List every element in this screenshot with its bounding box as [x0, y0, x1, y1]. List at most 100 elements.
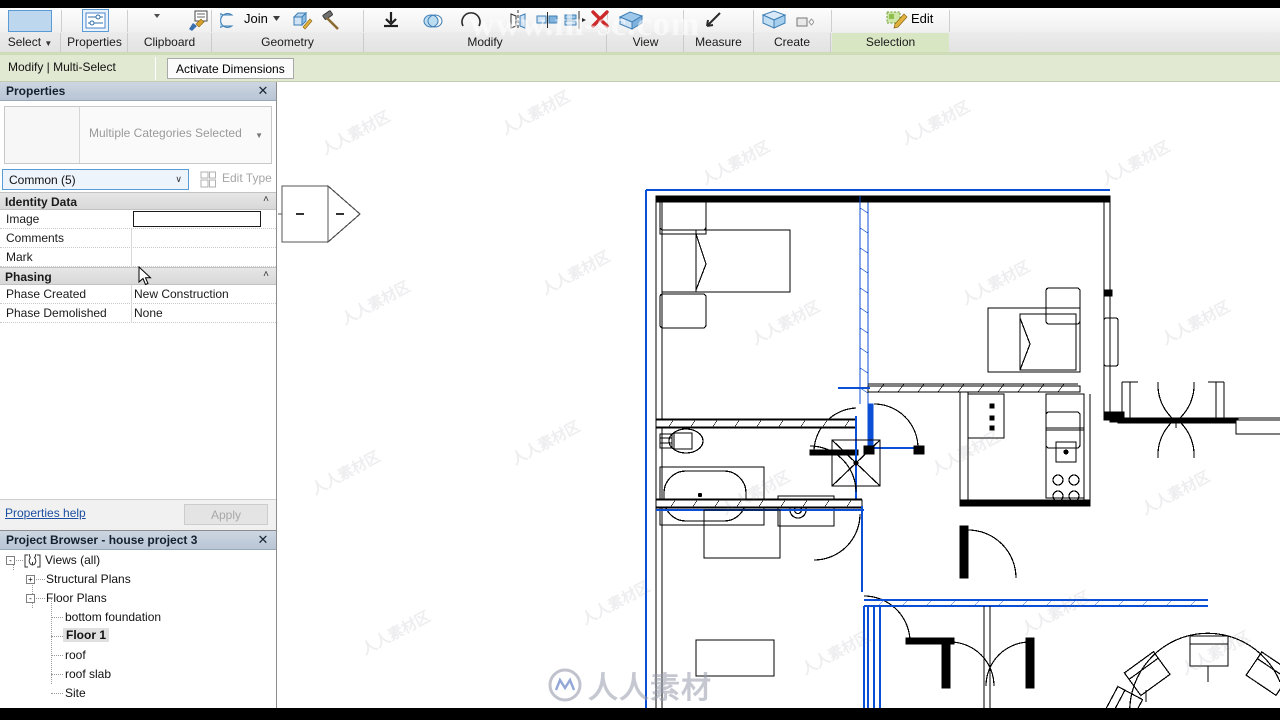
edit-type-button[interactable]: Edit Type — [222, 171, 272, 185]
create-group-icon[interactable] — [760, 9, 788, 31]
tree-expander[interactable]: - — [26, 594, 35, 603]
image-value-input[interactable] — [133, 211, 261, 227]
rotate-icon[interactable] — [458, 8, 484, 32]
properties-toggle-icon[interactable] — [82, 9, 109, 32]
property-value: None — [134, 306, 163, 320]
round-table-chairs — [1100, 632, 1280, 720]
edit-button-label[interactable]: Edit — [911, 11, 933, 26]
panel-label-clipboard[interactable]: Clipboard — [128, 33, 212, 52]
property-group-phasing[interactable]: Phasing ˄ — [0, 267, 276, 285]
tree-node-bottom-foundation[interactable]: bottom foundation — [0, 608, 276, 627]
property-row-phase-demolished[interactable]: Phase Demolished None — [0, 304, 276, 323]
panel-divider — [363, 10, 364, 32]
panel-label-view[interactable]: View — [608, 33, 684, 52]
tree-guide-line — [51, 693, 63, 694]
tree-guide-line — [51, 617, 63, 618]
wall-hatch-vertical — [859, 207, 869, 394]
property-row-image[interactable]: Image — [0, 210, 276, 229]
property-key: Phase Created — [6, 287, 87, 301]
panel-label-geometry-text: Geometry — [261, 35, 314, 49]
tree-node-views-all[interactable]: - Views (all) — [0, 551, 276, 570]
properties-palette-title: Properties — [6, 84, 66, 98]
panel-label-selection-text: Selection — [865, 35, 916, 49]
delete-icon[interactable] — [590, 9, 610, 29]
family-filter-value: Common (5) — [9, 173, 76, 187]
collapse-chevron-icon[interactable]: ˄ — [263, 269, 269, 280]
tree-node-roof-slab[interactable]: roof slab — [0, 665, 276, 684]
project-browser-titlebar: Project Browser - house project 3 ✕ — [0, 531, 276, 550]
type-selector[interactable]: Multiple Categories Selected ▼ — [4, 106, 272, 164]
mirror-axis-icon[interactable] — [508, 9, 528, 31]
tree-node-roof[interactable]: roof — [0, 646, 276, 665]
apply-button[interactable]: Apply — [184, 504, 268, 525]
panel-label-selection[interactable]: Selection — [832, 33, 949, 52]
chevron-down-icon[interactable]: ▼ — [44, 39, 52, 48]
project-browser-tree[interactable]: - Views (all) + Structural Plans - Floor… — [0, 551, 276, 720]
close-icon[interactable]: ✕ — [256, 532, 270, 548]
chevron-down-icon[interactable]: ▼ — [255, 131, 263, 140]
property-row-comments[interactable]: Comments — [0, 229, 276, 248]
property-group-identity-data[interactable]: Identity Data ˄ — [0, 192, 276, 210]
join-icon[interactable] — [220, 11, 242, 30]
activate-dimensions-button[interactable]: Activate Dimensions — [167, 58, 294, 79]
options-bar: Modify | Multi-Select Activate Dimension… — [0, 55, 1280, 82]
project-browser-palette: Project Browser - house project 3 ✕ - Vi… — [0, 530, 276, 720]
modify-select-icon[interactable] — [8, 10, 52, 32]
property-key: Phase Demolished — [6, 306, 107, 320]
hall-door-swing — [863, 595, 955, 645]
close-icon[interactable]: ✕ — [256, 83, 270, 99]
measure-arrow-icon[interactable] — [700, 10, 724, 32]
view-box-icon[interactable] — [618, 10, 644, 30]
create-part-icon[interactable] — [796, 15, 814, 29]
demolish-hammer-icon[interactable] — [320, 10, 342, 32]
tree-node-floor-1[interactable]: Floor 1 — [0, 627, 276, 646]
collapse-chevron-icon[interactable]: ˄ — [263, 194, 269, 205]
family-filter-combobox[interactable]: Common (5) ∨ — [2, 169, 189, 190]
panel-label-create[interactable]: Create — [754, 33, 831, 52]
panel-label-create-text: Create — [773, 35, 811, 49]
exterior-wall-selected — [645, 189, 1110, 612]
panel-label-properties[interactable]: Properties — [62, 33, 128, 52]
clipboard-dropdown-arrow-icon[interactable] — [152, 12, 162, 20]
type-selector-value: Multiple Categories Selected — [89, 126, 242, 140]
bed-furniture-left — [659, 195, 791, 329]
properties-help-link[interactable]: Properties help — [5, 506, 86, 520]
cell-divider — [131, 304, 132, 323]
property-row-mark[interactable]: Mark — [0, 248, 276, 267]
property-row-phase-created[interactable]: Phase Created New Construction — [0, 285, 276, 304]
split-element-icon[interactable] — [536, 9, 558, 31]
join-dropdown-arrow-icon[interactable] — [272, 15, 281, 22]
edit-selection-icon[interactable] — [886, 10, 908, 30]
drawing-canvas[interactable]: 人人素材区 人人素材区 人人素材区 人人素材区 人人素材区 人人素材区 人人素材… — [278, 82, 1280, 720]
kitchen-walls — [959, 392, 1091, 507]
panel-label-properties-text: Properties — [67, 35, 122, 49]
panel-label-measure[interactable]: Measure — [684, 33, 754, 52]
panel-label-view-text: View — [632, 35, 659, 49]
panel-label-select[interactable]: Select ▼ — [0, 33, 61, 52]
join-button-label[interactable]: Join — [244, 11, 268, 26]
panel-divider — [831, 10, 832, 32]
tree-expander[interactable]: + — [26, 575, 35, 584]
panel-label-modify[interactable]: Modify — [364, 33, 607, 52]
tree-guide-line — [51, 636, 63, 637]
tree-expander[interactable]: - — [6, 556, 15, 565]
cut-geometry-icon[interactable] — [290, 9, 314, 32]
tree-node-floor-plans[interactable]: - Floor Plans — [0, 589, 276, 608]
paint-format-icon[interactable] — [186, 9, 210, 32]
trim-extend-icon[interactable] — [564, 9, 588, 31]
panel-label-measure-text: Measure — [695, 35, 742, 49]
tree-guide-line — [51, 655, 63, 656]
interior-wall-horizontal — [867, 383, 1081, 393]
tree-guide-line — [16, 560, 23, 561]
furniture-box-lower — [695, 639, 775, 677]
chevron-down-icon[interactable]: ∨ — [175, 174, 182, 185]
properties-palette-titlebar: Properties ✕ — [0, 82, 276, 101]
panel-label-geometry[interactable]: Geometry — [212, 33, 364, 52]
property-key: Mark — [6, 250, 33, 264]
panel-divider — [127, 10, 128, 32]
offset-icon[interactable] — [422, 11, 444, 31]
align-icon[interactable] — [380, 10, 402, 32]
tree-node-site[interactable]: Site — [0, 684, 276, 703]
ribbon: Select ▼ Properties Clipboard Join Geome… — [0, 0, 1280, 55]
tree-node-structural-plans[interactable]: + Structural Plans — [0, 570, 276, 589]
